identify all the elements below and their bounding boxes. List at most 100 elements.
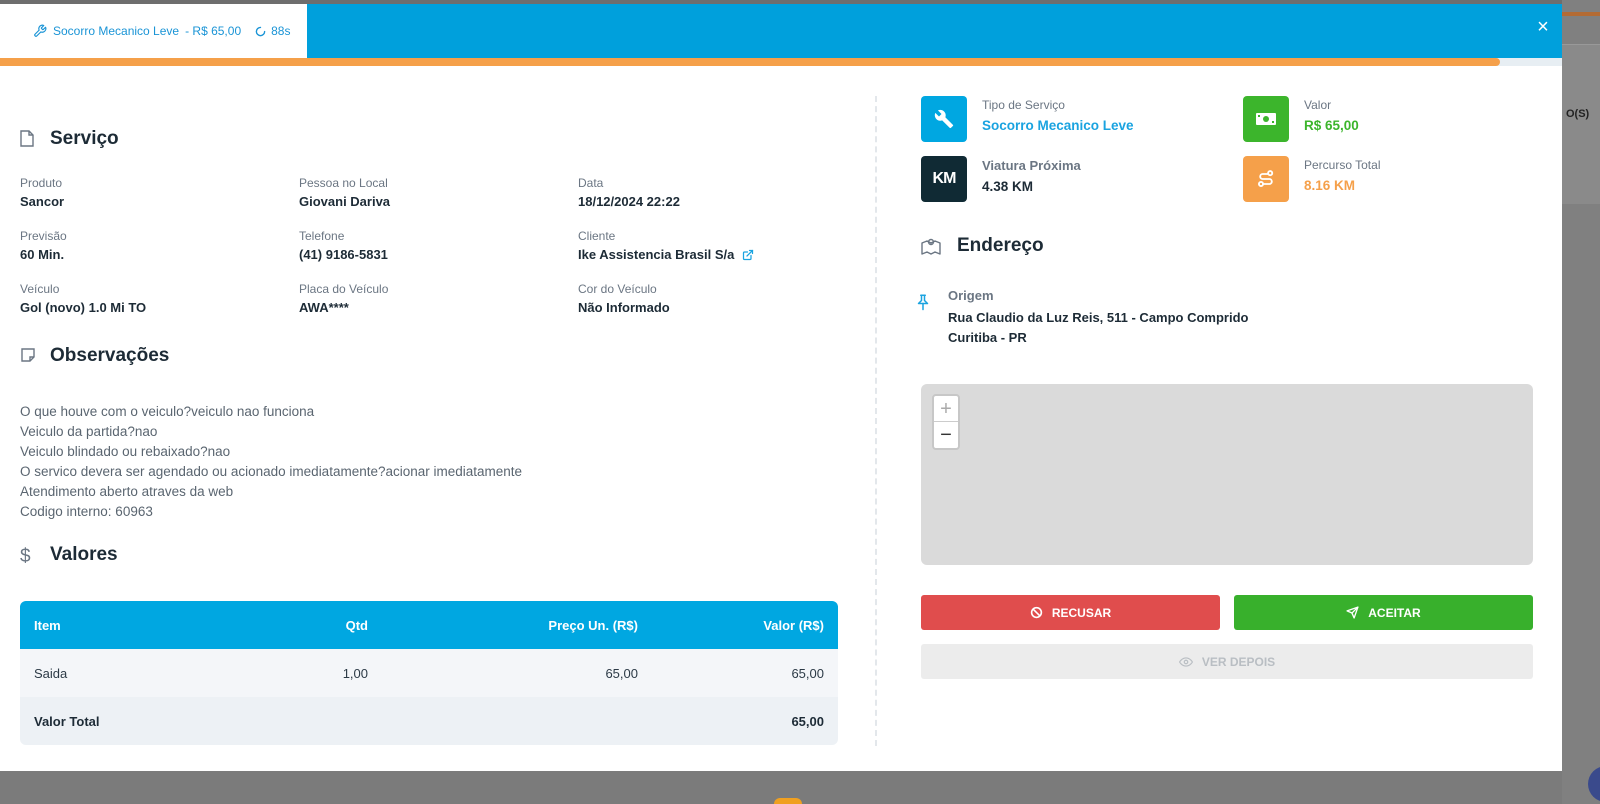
background-text: O(S) [1566,108,1590,120]
servico-title: Serviço [50,128,119,149]
field-value: AWA**** [299,300,349,315]
column-header: Valor (R$) [763,617,824,633]
progress-fill [0,58,1500,66]
card-value: R$ 65,00 [1304,118,1359,133]
field-label: Cor do Veículo [578,282,657,296]
valores-section-title: $ Valores [20,544,118,567]
background-panel [1562,44,1600,204]
field-value: 18/12/2024 22:22 [578,194,680,209]
eye-icon [1178,656,1193,668]
recusar-label: RECUSAR [1051,605,1112,620]
field-veiculo: Veículo Gol (novo) 1.0 Mi TO [20,282,290,315]
field-placa: Placa do Veículo AWA**** [299,282,569,315]
card-label: Valor [1304,98,1332,112]
dollar-icon: $ [20,546,31,567]
header-service-name: Socorro Mecanico Leve [53,24,180,38]
service-summary-tab: Socorro Mecanico Leve - R$ 65,00 88s [0,4,307,58]
wrench-icon [33,24,47,38]
field-pessoa-no-local: Pessoa no Local Giovani Dariva [299,176,569,209]
spinner-icon [255,26,266,37]
observacoes-text: O que houve com o veiculo?veiculo nao fu… [20,402,522,522]
observacao-line: O que houve com o veiculo?veiculo nao fu… [20,404,315,419]
column-header: Preço Un. (R$) [548,617,638,633]
card-value: Socorro Mecanico Leve [982,118,1134,133]
table-header: Item Qtd Preço Un. (R$) Valor (R$) [20,601,838,649]
endereco-title: Endereço [957,235,1044,256]
close-button[interactable]: × [1532,16,1554,38]
address-line-1: Rua Claudio da Luz Reis, 511 - Campo Com… [948,310,1249,325]
observacao-line: Codigo interno: 60963 [20,504,153,519]
ver-depois-button[interactable]: VER DEPOIS [921,644,1533,679]
card-percurso-total: Percurso Total 8.16 KM [1243,156,1380,202]
observacao-line: Veiculo da partida?nao [20,424,158,439]
field-label: Produto [20,176,63,190]
service-request-modal: Socorro Mecanico Leve - R$ 65,00 88s × S… [0,4,1562,771]
field-previsao: Previsão 60 Min. [20,229,290,262]
document-icon [20,130,36,148]
recusar-button[interactable]: RECUSAR [921,595,1220,630]
table-cell: Saida [34,665,68,681]
valores-title: Valores [50,544,118,565]
modal-header: Socorro Mecanico Leve - R$ 65,00 88s × [0,4,1562,58]
field-value: Ike Assistencia Brasil S/a [578,247,848,262]
field-cor-veiculo: Cor do Veículo Não Informado [578,282,848,315]
observacao-line: O servico devera ser agendado ou acionad… [20,464,523,479]
column-header: Qtd [345,617,368,633]
card-viatura-proxima: KM Viatura Próxima 4.38 KM [921,156,1081,202]
observacao-line: Atendimento aberto atraves da web [20,484,234,499]
header-price: - R$ 65,00 [185,24,242,38]
card-value: 8.16 KM [1304,178,1356,193]
aceitar-label: ACEITAR [1368,605,1421,620]
card-valor: Valor R$ 65,00 [1243,96,1359,142]
zoom-out-button[interactable]: − [934,422,958,448]
countdown-timer: 88s [255,24,290,38]
field-value: Sancor [20,194,65,209]
observacoes-section-title: Observações [20,345,169,367]
field-value: Não Informado [578,300,670,315]
table-total-row: Valor Total 65,00 [20,697,838,745]
column-divider [875,96,877,746]
field-cliente: Cliente Ike Assistencia Brasil S/a [578,229,848,262]
field-label: Cliente [578,229,616,243]
field-label: Veículo [20,282,60,296]
note-icon [20,347,36,365]
card-label: Viatura Próxima [982,158,1081,173]
aceitar-button[interactable]: ACEITAR [1234,595,1533,630]
wrench-icon [921,96,967,142]
address-line-2: Curitiba - PR [948,330,1027,345]
field-produto: Produto Sancor [20,176,290,209]
total-value: 65,00 [791,713,824,729]
external-link-icon[interactable] [742,249,754,261]
field-label: Pessoa no Local [299,176,388,190]
table-cell: 1,00 [342,665,368,681]
background-badge [774,798,802,804]
route-icon [1243,156,1289,202]
field-label: Telefone [299,229,345,243]
column-header: Item [34,617,61,633]
field-value: Giovani Dariva [299,194,391,209]
origem-label: Origem [948,288,994,303]
ver-depois-label: VER DEPOIS [1201,654,1276,669]
background-stripe [1562,12,1600,16]
endereco-section-title: Endereço [921,235,1044,257]
field-value: 60 Min. [20,247,65,262]
money-icon [1243,96,1289,142]
field-data: Data 18/12/2024 22:22 [578,176,848,209]
ban-icon [1030,606,1043,619]
field-value: (41) 9186-5831 [299,247,388,262]
pin-icon [914,292,932,317]
observacao-line: Veiculo blindado ou rebaixado?nao [20,444,231,459]
map-view[interactable]: + − [921,384,1533,565]
table-cell: 65,00 [605,665,638,681]
table-cell: 65,00 [791,665,824,681]
cliente-name: Ike Assistencia Brasil S/a [578,247,735,262]
card-label: Percurso Total [1304,158,1381,172]
km-icon: KM [921,156,967,202]
card-tipo-servico: Tipo de Serviço Socorro Mecanico Leve [921,96,1134,142]
field-label: Data [578,176,604,190]
table-row: Saida 1,00 65,00 65,00 [20,649,838,697]
map-zoom-control: + − [932,394,960,450]
zoom-in-button[interactable]: + [934,396,958,422]
card-label: Tipo de Serviço [982,98,1065,112]
send-icon [1346,606,1359,619]
